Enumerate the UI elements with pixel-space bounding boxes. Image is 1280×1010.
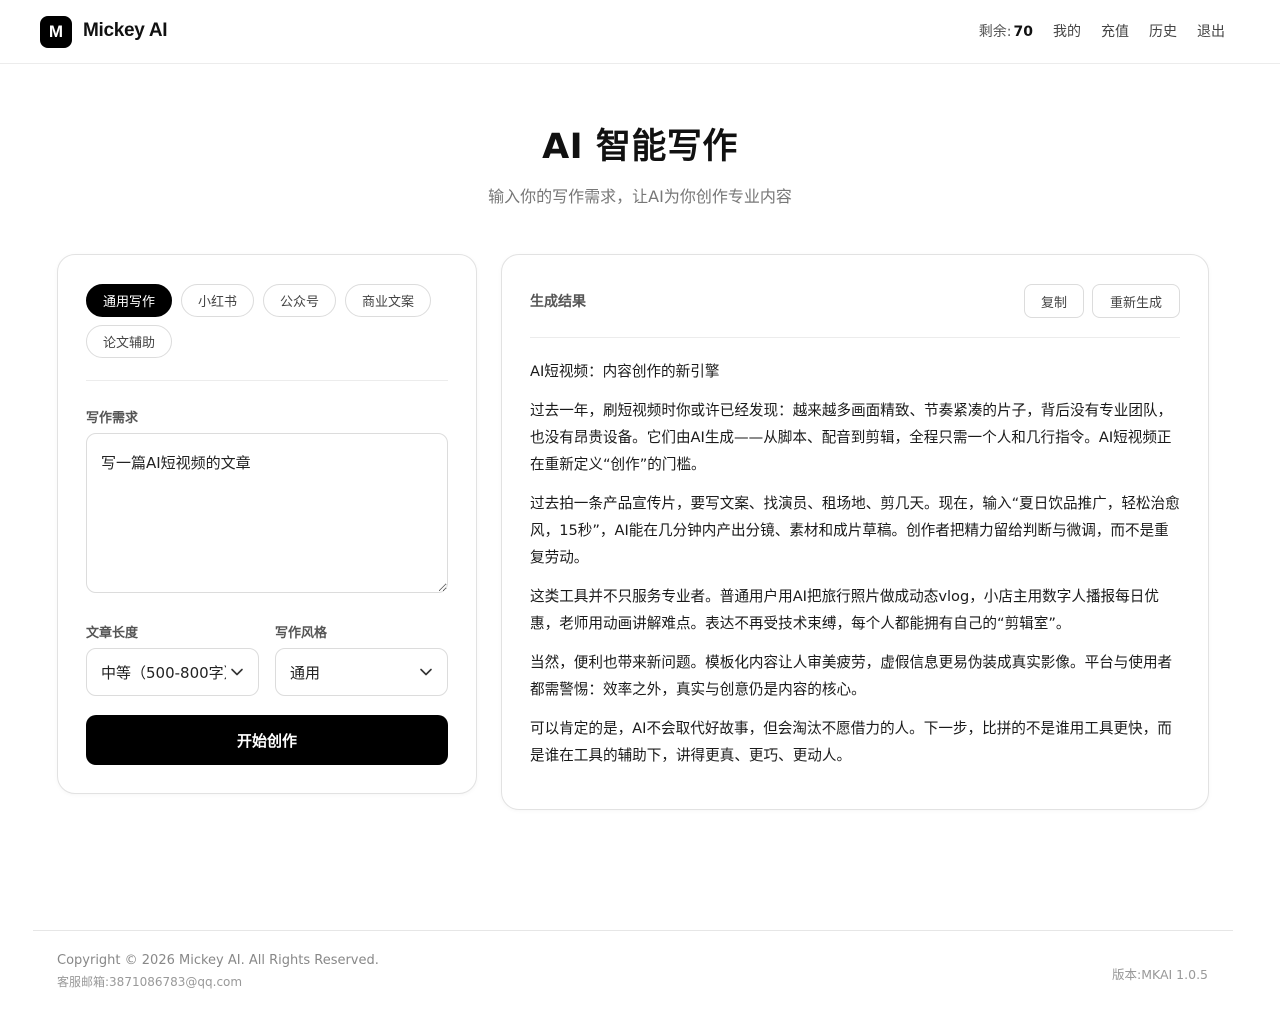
- page-title: AI 智能写作: [542, 127, 738, 167]
- result-paragraph: 过去一年，刷短视频时你或许已经发现：越来越多画面精致、节奏紧凑的片子，背后没有专…: [530, 402, 1173, 473]
- requirement-textarea[interactable]: 写一篇AI短视频的文章: [86, 433, 448, 593]
- top-nav: 剩余: 70 我的 充值 历史 退出: [979, 21, 1225, 41]
- result-paragraph: 过去拍一条产品宣传片，要写文案、找演员、租场地、剪几天。现在，输入“夏日饮品推广…: [530, 495, 1180, 566]
- copy-button[interactable]: 复制: [1024, 284, 1084, 318]
- top-header: M Mickey AI 剩余: 70 我的 充值 历史 退出: [0, 0, 1280, 64]
- regenerate-button[interactable]: 重新生成: [1092, 284, 1180, 318]
- version-text: 版本:MKAI 1.0.5: [1112, 967, 1208, 982]
- tab-wechat-official[interactable]: 公众号: [263, 284, 337, 317]
- chevron-down-icon: [420, 668, 432, 676]
- divider: [86, 380, 448, 381]
- result-title: 生成结果: [530, 294, 586, 310]
- length-label: 文章长度: [86, 626, 139, 641]
- writing-type-tabs: 通用写作 小红书 公众号 商业文案 论文辅助: [86, 284, 450, 366]
- tab-thesis-assist[interactable]: 论文辅助: [86, 325, 173, 358]
- logo-mark[interactable]: M: [40, 16, 72, 48]
- result-paragraph: 当然，便利也带来新问题。模板化内容让人审美疲劳，虚假信息更易伪装成真实影像。平台…: [530, 654, 1173, 698]
- footer-divider: [33, 930, 1233, 931]
- nav-link-recharge[interactable]: 充值: [1101, 21, 1129, 41]
- nav-link-history[interactable]: 历史: [1149, 21, 1177, 41]
- style-select-value: 通用: [290, 663, 321, 682]
- remaining-label: 剩余:: [978, 24, 1012, 40]
- tab-general-writing[interactable]: 通用写作: [86, 284, 173, 317]
- start-create-button[interactable]: 开始创作: [86, 715, 448, 765]
- brand-name[interactable]: Mickey AI: [83, 20, 168, 42]
- writing-form-card: 通用写作 小红书 公众号 商业文案 论文辅助 写作需求 写一篇AI短视频的文章 …: [57, 254, 477, 794]
- result-paragraph: 可以肯定的是，AI不会取代好故事，但会淘汰不愿借力的人。下一步，比拼的不是谁用工…: [530, 720, 1172, 764]
- tab-xiaohongshu[interactable]: 小红书: [181, 284, 255, 317]
- remaining-value: 70: [1013, 24, 1033, 40]
- requirement-label: 写作需求: [86, 411, 139, 426]
- style-label: 写作风格: [275, 626, 328, 641]
- length-select-value: 中等（500-800字）: [101, 663, 226, 682]
- chevron-down-icon: [231, 668, 243, 676]
- result-content: AI短视频：内容创作的新引擎 过去一年，刷短视频时你或许已经发现：越来越多画面精…: [530, 358, 1182, 781]
- copyright-text: Copyright © 2026 Mickey AI. All Rights R…: [57, 953, 379, 968]
- page-subtitle: 输入你的写作需求，让AI为你创作专业内容: [488, 187, 792, 206]
- support-email: 客服邮箱:3871086783@qq.com: [57, 975, 243, 989]
- result-heading: AI短视频：内容创作的新引擎: [530, 363, 720, 380]
- result-card: 生成结果 复制 重新生成 AI短视频：内容创作的新引擎 过去一年，刷短视频时你或…: [501, 254, 1209, 810]
- tab-business-copy[interactable]: 商业文案: [345, 284, 432, 317]
- result-paragraph: 这类工具并不只服务专业者。普通用户用AI把旅行照片做成动态vlog，小店主用数字…: [530, 588, 1159, 632]
- nav-link-mine[interactable]: 我的: [1053, 21, 1081, 41]
- style-select[interactable]: 通用: [275, 648, 448, 696]
- remaining-credits: 剩余: 70: [979, 21, 1033, 41]
- length-select[interactable]: 中等（500-800字）: [86, 648, 259, 696]
- divider: [530, 337, 1180, 338]
- nav-link-logout[interactable]: 退出: [1197, 21, 1225, 41]
